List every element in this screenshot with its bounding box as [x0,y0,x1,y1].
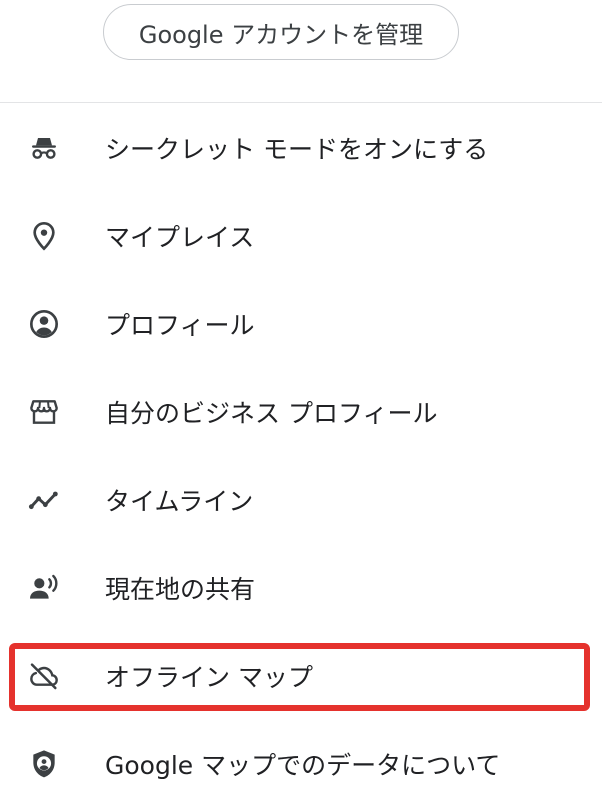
menu-item-incognito[interactable]: シークレット モードをオンにする [0,104,602,192]
manage-google-account-button[interactable]: Google アカウントを管理 [103,4,459,60]
menu-item-business-profile[interactable]: 自分のビジネス プロフィール [0,368,602,456]
side-menu: シークレット モードをオンにする マイプレイス プロフィール 自分のビジネス プ… [0,104,602,798]
menu-item-location-sharing[interactable]: 現在地の共有 [0,544,602,632]
incognito-icon [26,130,62,166]
menu-item-label: 現在地の共有 [105,575,256,604]
menu-item-your-data-in-maps[interactable]: Google マップでのデータについて [0,720,602,798]
storefront-icon [26,394,62,430]
menu-item-label: Google マップでのデータについて [105,751,501,780]
menu-item-label: マイプレイス [105,223,255,252]
menu-item-label: オフライン マップ [105,663,313,692]
location-sharing-icon [26,570,62,606]
menu-item-profile[interactable]: プロフィール [0,280,602,368]
menu-item-label: 自分のビジネス プロフィール [105,399,438,428]
timeline-icon [26,482,62,518]
menu-item-label: プロフィール [105,311,255,340]
menu-item-my-places[interactable]: マイプレイス [0,192,602,280]
cloud-off-icon [26,658,62,694]
menu-item-label: タイムライン [105,487,254,516]
menu-item-label: シークレット モードをオンにする [105,135,489,164]
account-circle-icon [26,306,62,342]
menu-item-timeline[interactable]: タイムライン [0,456,602,544]
menu-item-offline-maps[interactable]: オフライン マップ [0,632,602,720]
location-pin-icon [26,218,62,254]
shield-account-icon [26,746,62,782]
divider [0,102,602,103]
